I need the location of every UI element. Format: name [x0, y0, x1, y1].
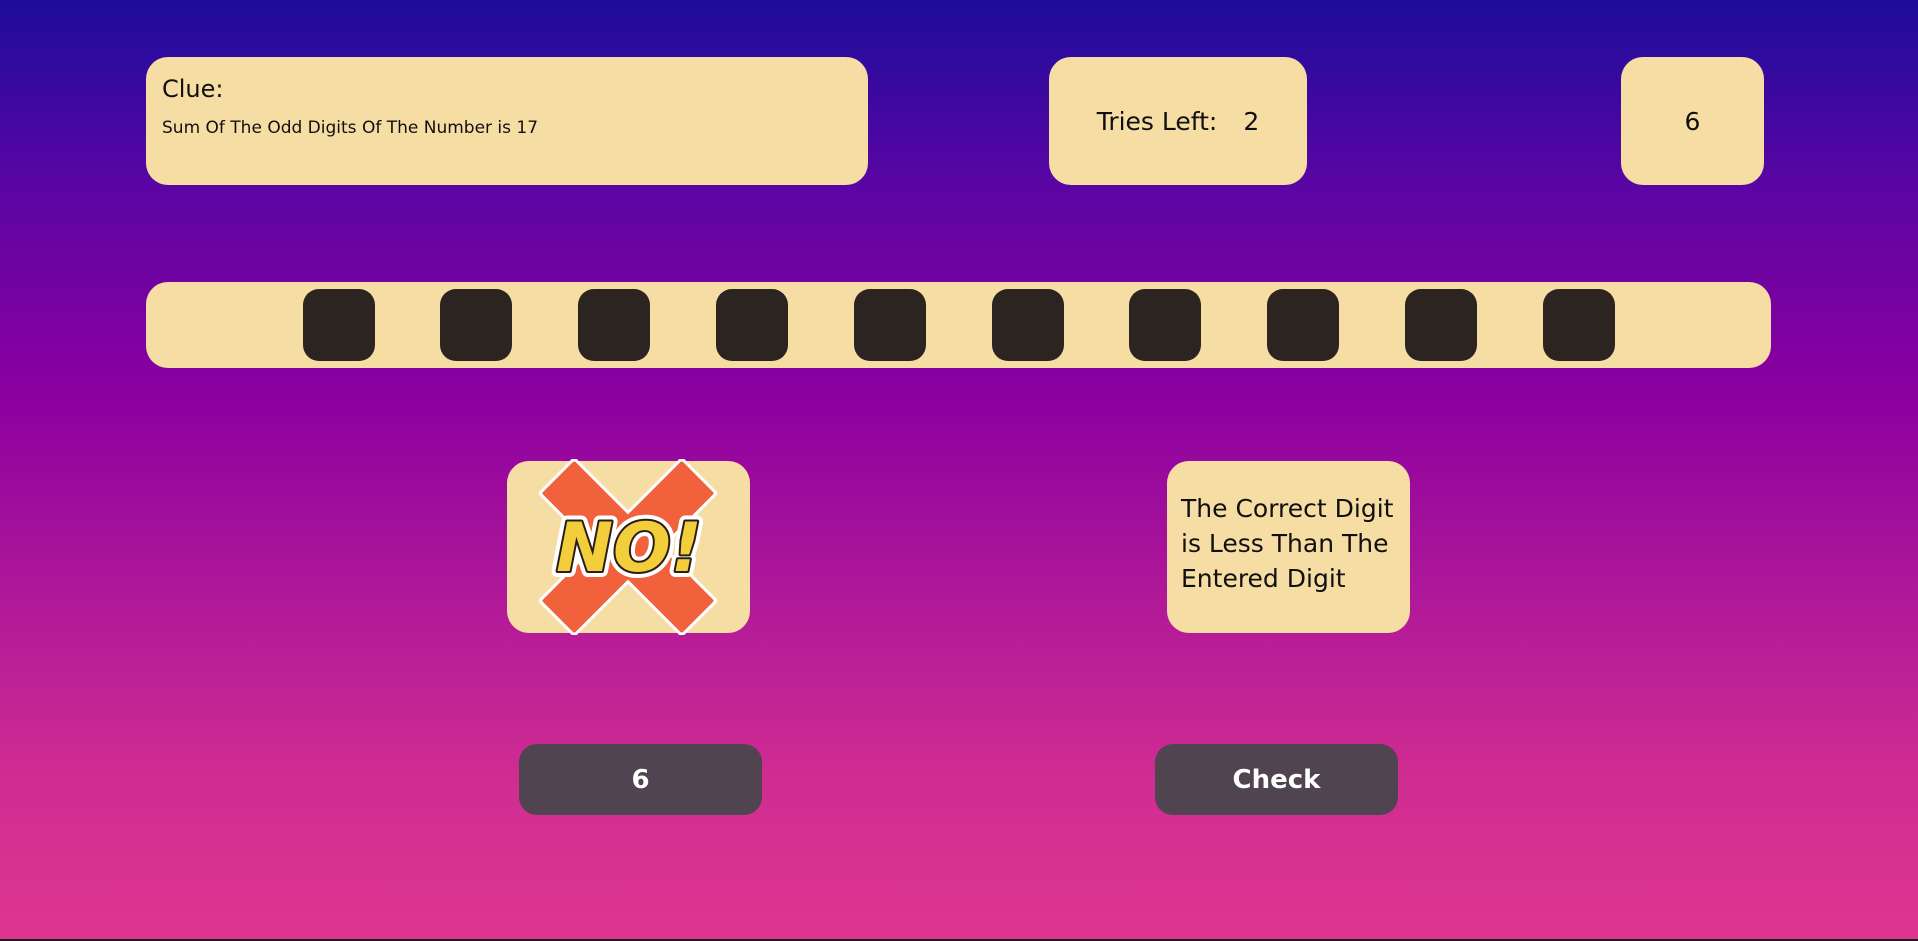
digit-slot: [716, 289, 788, 361]
no-x-icon: NO! NO!: [538, 459, 718, 635]
check-button[interactable]: Check: [1155, 744, 1398, 815]
tries-panel: Tries Left: 2: [1049, 57, 1307, 185]
digit-slot: [1543, 289, 1615, 361]
digit-slot: [992, 289, 1064, 361]
tries-value: 2: [1243, 106, 1260, 136]
hint-panel: The Correct Digit is Less Than The Enter…: [1167, 461, 1410, 633]
digit-slot: [1405, 289, 1477, 361]
hint-text: The Correct Digit is Less Than The Enter…: [1181, 494, 1394, 593]
digit-slot: [440, 289, 512, 361]
score-panel: 6: [1621, 57, 1764, 185]
clue-text: Sum Of The Odd Digits Of The Number is 1…: [162, 118, 539, 138]
score-value: 6: [1684, 106, 1701, 136]
digit-slot: [1129, 289, 1201, 361]
digit-slot: [303, 289, 375, 361]
digit-slot: [854, 289, 926, 361]
clue-heading: Clue:: [162, 75, 224, 103]
clue-panel: Clue: Sum Of The Odd Digits Of The Numbe…: [146, 57, 868, 185]
digit-input-value: 6: [631, 764, 650, 795]
digit-slots-bar: [146, 282, 1771, 368]
tries-label: Tries Left:: [1096, 106, 1218, 136]
digit-input-button[interactable]: 6: [519, 744, 762, 815]
verdict-panel: NO! NO!: [507, 459, 750, 635]
no-stamp-text: NO!: [556, 509, 702, 588]
digit-slot: [578, 289, 650, 361]
check-button-label: Check: [1232, 764, 1321, 795]
digit-slot: [1267, 289, 1339, 361]
